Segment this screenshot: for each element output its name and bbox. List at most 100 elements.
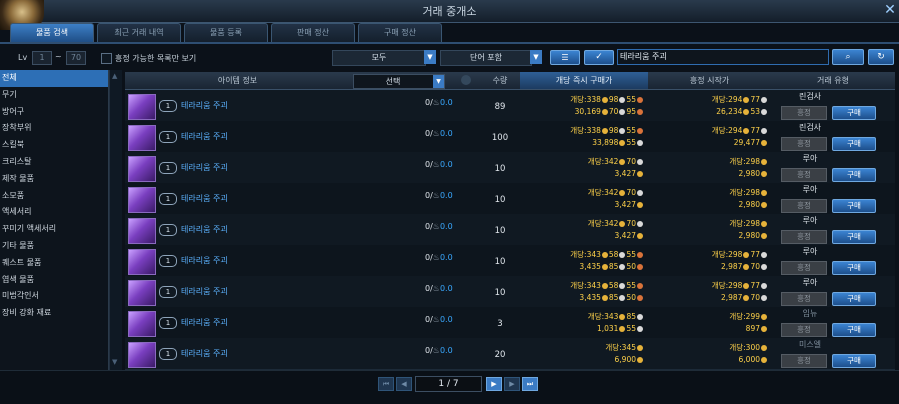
stock-value: 0.0 (439, 253, 453, 262)
category-item-cosmetic-accessories[interactable]: 꾸미기 액세서리 (0, 221, 108, 238)
next-page-icon[interactable]: ▶ (486, 377, 502, 391)
table-row[interactable]: 1 테라리움 주괴 0/♨0.0 10 루아 흥정 구매 개당:342 70 3,42… (125, 214, 895, 246)
close-icon[interactable]: ✕ (882, 2, 898, 18)
match-select-chevron-down-icon[interactable]: ▼ (530, 50, 542, 64)
bid-button[interactable]: 흥정 (781, 230, 827, 244)
select-chevron-down-icon[interactable]: ▼ (433, 75, 444, 88)
category-item-misc[interactable]: 기타 물품 (0, 238, 108, 255)
category-item-all[interactable]: 전체 (0, 70, 108, 87)
refresh-button[interactable]: ↻ (868, 49, 894, 65)
buy-button[interactable]: 구매 (832, 199, 876, 213)
search-button[interactable]: ⌕ (832, 49, 864, 65)
item-name[interactable]: 테라리움 주괴 (181, 193, 228, 204)
item-name[interactable]: 테라리움 주괴 (181, 286, 228, 297)
price-per-unit-label: 개당: (729, 312, 746, 321)
ingot-item-icon[interactable] (128, 280, 156, 306)
bid-button[interactable]: 흥정 (781, 137, 827, 151)
column-header-bid-start[interactable]: 흥정 시작가 (648, 72, 771, 89)
category-item-crafted[interactable]: 제작 물품 (0, 171, 108, 188)
category-item-weapons[interactable]: 무기 (0, 87, 108, 104)
category-item-armor[interactable]: 방어구 (0, 104, 108, 121)
item-name[interactable]: 테라리움 주괴 (181, 162, 228, 173)
select-dropdown[interactable]: 선택 ▼ (353, 74, 445, 89)
item-name[interactable]: 테라리움 주괴 (181, 348, 228, 359)
list-view-button[interactable]: ☰ (550, 50, 580, 65)
bid-button[interactable]: 흥정 (781, 261, 827, 275)
sort-toggle-icon[interactable] (461, 75, 471, 85)
table-row[interactable]: 1 테라리움 주괴 0/♨0.0 10 루아 흥정 구매 개당:342 70 3,42… (125, 183, 895, 215)
checkmark-button[interactable]: ✓ (584, 50, 614, 65)
skip-page-icon[interactable]: ▶ (504, 377, 520, 391)
first-page-icon[interactable]: ⏮ (378, 377, 394, 391)
item-name[interactable]: 테라리움 주괴 (181, 317, 228, 328)
grade-select-chevron-down-icon[interactable]: ▼ (424, 50, 436, 64)
buy-button[interactable]: 구매 (832, 230, 876, 244)
category-item-dyes[interactable]: 염색 물품 (0, 272, 108, 289)
table-row[interactable]: 1 테라리움 주괴 0/♨0.0 20 미스엘 흥정 구매 개당:345 6,900… (125, 338, 895, 370)
category-scrollbar[interactable]: ▲ ▼ (109, 70, 122, 370)
table-row[interactable]: 1 테라리움 주괴 0/♨0.0 100 린검사 흥정 구매 개당:338 98 55… (125, 121, 895, 153)
ingot-item-icon[interactable] (128, 125, 156, 151)
prev-page-icon[interactable]: ◀ (396, 377, 412, 391)
bid-button[interactable]: 흥정 (781, 106, 827, 120)
bid-button[interactable]: 흥정 (781, 323, 827, 337)
item-name[interactable]: 테라리움 주괴 (181, 100, 228, 111)
silver-coin-icon (637, 190, 643, 196)
scroll-up-icon[interactable]: ▲ (112, 72, 117, 80)
buy-button[interactable]: 구매 (832, 168, 876, 182)
category-item-skillbooks[interactable]: 스킬북 (0, 137, 108, 154)
ingot-item-icon[interactable] (128, 311, 156, 337)
category-item-accessories[interactable]: 액세서리 (0, 204, 108, 221)
table-row[interactable]: 1 테라리움 주괴 0/♨0.0 3 임뉴 흥정 구매 개당:343 85 1,031… (125, 307, 895, 339)
buy-button[interactable]: 구매 (832, 106, 876, 120)
tab-recent-trades[interactable]: 최근 거래 내역 (97, 23, 181, 43)
grade-select[interactable]: 모두 (332, 50, 426, 66)
item-name[interactable]: 테라리움 주괴 (181, 131, 228, 142)
level-min-input[interactable]: 1 (32, 51, 52, 65)
match-select[interactable]: 단어 포함 (440, 50, 532, 66)
tab-register-item[interactable]: 물품 등록 (184, 23, 268, 43)
column-header-instant-price[interactable]: 개당 즉시 구매가 (520, 72, 648, 89)
table-row[interactable]: 1 테라리움 주괴 0/♨0.0 89 린검사 흥정 구매 개당:338 98 55 3… (125, 90, 895, 122)
item-name[interactable]: 테라리움 주괴 (181, 224, 228, 235)
category-item-quest[interactable]: 퀘스트 물품 (0, 255, 108, 272)
category-item-enhance-materials[interactable]: 장비 강화 재료 (0, 305, 108, 322)
table-row[interactable]: 1 테라리움 주괴 0/♨0.0 10 루아 흥정 구매 개당:343 58 55 3,… (125, 245, 895, 277)
search-input[interactable]: 테라리움 주괴 (620, 51, 667, 62)
ingot-item-icon[interactable] (128, 249, 156, 275)
tab-purchase-settlement[interactable]: 구매 정산 (358, 23, 442, 43)
stock-count: 0/♨0.0 (425, 160, 453, 169)
ingot-item-icon[interactable] (128, 218, 156, 244)
category-item-crystals[interactable]: 크리스탈 (0, 154, 108, 171)
category-item-equip-slots[interactable]: 장착부위 (0, 120, 108, 137)
ingot-item-icon[interactable] (128, 187, 156, 213)
buy-button[interactable]: 구매 (832, 137, 876, 151)
item-name[interactable]: 테라리움 주괴 (181, 255, 228, 266)
buy-button[interactable]: 구매 (832, 261, 876, 275)
buy-button[interactable]: 구매 (832, 354, 876, 368)
scroll-down-icon[interactable]: ▼ (112, 358, 117, 366)
bid-only-checkbox[interactable] (101, 53, 112, 64)
tab-item-search[interactable]: 물품 검색 (10, 23, 94, 43)
buy-button[interactable]: 구매 (832, 292, 876, 306)
ingot-item-icon[interactable] (128, 94, 156, 120)
bid-button[interactable]: 흥정 (781, 354, 827, 368)
last-page-icon[interactable]: ⏭ (522, 377, 538, 391)
bid-button[interactable]: 흥정 (781, 292, 827, 306)
bid-button[interactable]: 흥정 (781, 199, 827, 213)
buy-button[interactable]: 구매 (832, 323, 876, 337)
seller-name: 린검사 (798, 92, 822, 101)
price-value: 2,987 (720, 293, 743, 302)
category-item-consumables[interactable]: 소모품 (0, 188, 108, 205)
tab-sales-settlement[interactable]: 판매 정산 (271, 23, 355, 43)
bid-button[interactable]: 흥정 (781, 168, 827, 182)
category-item-engravings[interactable]: 미법각인서 (0, 288, 108, 305)
gold-coin-icon (601, 97, 608, 103)
ingot-item-icon[interactable] (128, 342, 156, 368)
table-row[interactable]: 1 테라리움 주괴 0/♨0.0 10 루아 흥정 구매 개당:342 70 3,42… (125, 152, 895, 184)
column-header-quantity[interactable]: 수량 (480, 72, 520, 89)
bid-total-price: 2,980 (648, 200, 768, 209)
ingot-item-icon[interactable] (128, 156, 156, 182)
level-max-input[interactable]: 70 (66, 51, 86, 65)
table-row[interactable]: 1 테라리움 주괴 0/♨0.0 10 루아 흥정 구매 개당:343 58 55 3,… (125, 276, 895, 308)
